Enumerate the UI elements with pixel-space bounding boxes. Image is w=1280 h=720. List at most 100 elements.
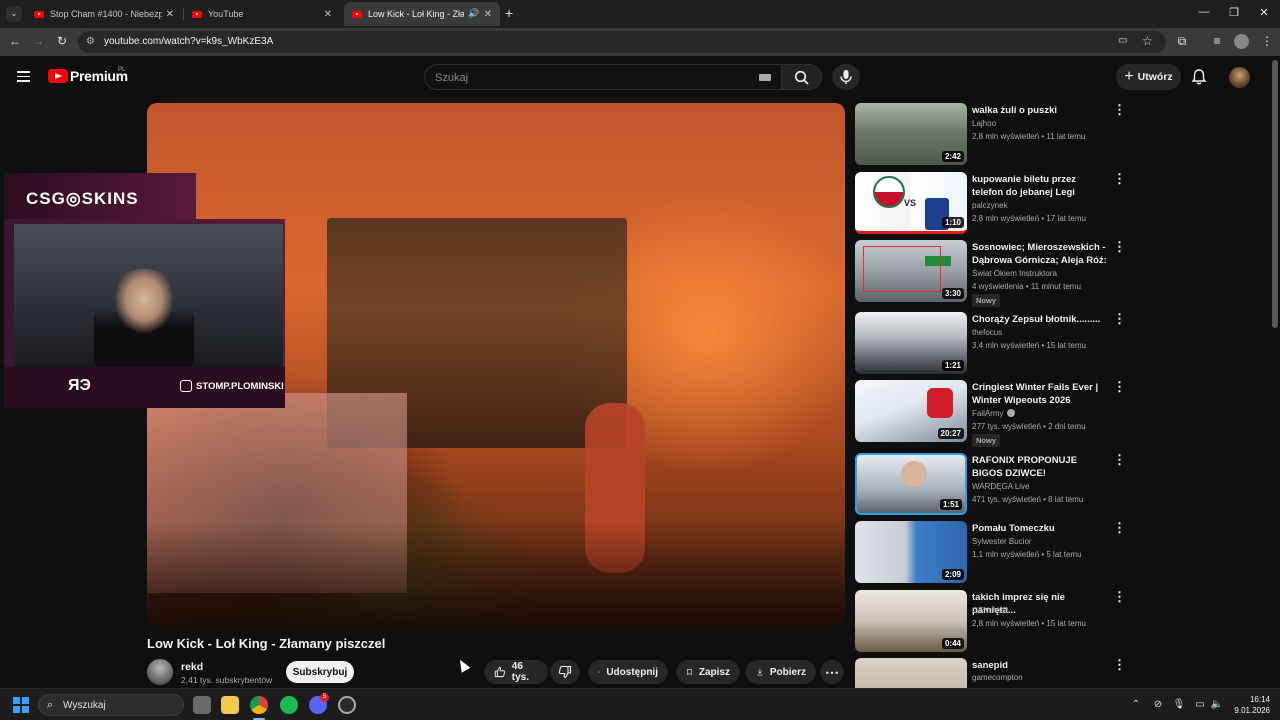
task-view-icon[interactable]: [193, 696, 211, 714]
reading-list-icon[interactable]: ≡: [1209, 34, 1225, 48]
more-vertical-icon[interactable]: ⋮: [1113, 658, 1126, 671]
more-vertical-icon[interactable]: ⋮: [1113, 103, 1126, 116]
recommended-channel[interactable]: WARDĘGA Live: [972, 482, 1030, 491]
site-info-icon[interactable]: ⚙: [86, 36, 95, 47]
close-window-icon[interactable]: ✕: [1256, 6, 1272, 19]
more-vertical-icon[interactable]: ⋮: [1113, 172, 1126, 185]
more-vertical-icon[interactable]: ⋮: [1113, 380, 1126, 393]
recommended-channel[interactable]: palczynek: [972, 201, 1008, 210]
like-button[interactable]: 46 tys.: [484, 660, 548, 684]
system-clock[interactable]: 16:14 9.01.2026: [1226, 694, 1270, 716]
recommended-video[interactable]: 2:42 walka żuli o puszki Lajhoo 2,8 mln …: [855, 103, 1135, 165]
video-thumbnail[interactable]: 2:09: [855, 521, 967, 583]
extensions-icon[interactable]: ⧉: [1174, 34, 1190, 49]
more-vertical-icon[interactable]: ⋮: [1113, 240, 1126, 253]
more-vertical-icon[interactable]: ⋮: [1113, 453, 1126, 466]
forward-icon[interactable]: →: [30, 34, 46, 48]
more-vertical-icon[interactable]: ⋮: [1113, 521, 1126, 534]
video-thumbnail[interactable]: VS 1:10: [855, 172, 967, 234]
cast-icon[interactable]: ▭: [1118, 35, 1127, 46]
display-tray-icon[interactable]: ▭: [1193, 699, 1207, 710]
dislike-button[interactable]: [550, 660, 580, 684]
recommended-video[interactable]: 1:51 RAFONIX PROPONUJE BIGOS DZIWCE! WAR…: [855, 453, 1135, 515]
reload-icon[interactable]: ↻: [54, 34, 70, 48]
file-explorer-icon[interactable]: [221, 696, 239, 714]
video-thumbnail[interactable]: 1:21: [855, 312, 967, 374]
more-actions-button[interactable]: ⋯: [820, 660, 844, 684]
microphone-tray-icon[interactable]: 🎙: [1172, 699, 1186, 710]
recommended-title[interactable]: RAFONIX PROPONUJE BIGOS DZIWCE!: [972, 454, 1107, 480]
tab-low-kick[interactable]: Low Kick - Loł King - Złama 🔊 ✕: [344, 2, 500, 26]
tray-app-icon[interactable]: ⊘: [1151, 699, 1165, 710]
video-thumbnail[interactable]: 3:30: [855, 240, 967, 302]
recommended-channel[interactable]: GTNeVeR: [972, 606, 1008, 615]
recommended-video[interactable]: 1:21 Chorąży Zepsuł błotnik......... the…: [855, 312, 1135, 374]
recommended-title[interactable]: walka żuli o puszki: [972, 104, 1107, 117]
tab-stop-cham[interactable]: Stop Cham #1400 - Niebezpiecz ✕: [26, 2, 182, 26]
search-box[interactable]: [424, 64, 782, 90]
recommended-title[interactable]: Cringiest Winter Fails Ever | Winter Wip…: [972, 381, 1107, 407]
back-icon[interactable]: ←: [7, 34, 23, 48]
recommended-title[interactable]: Pomału Tomeczku: [972, 522, 1107, 535]
video-thumbnail[interactable]: 2:42: [855, 103, 967, 165]
spotify-icon[interactable]: [280, 696, 298, 714]
tab-youtube[interactable]: YouTube ✕: [184, 2, 340, 26]
recommended-title[interactable]: Chorąży Zepsuł błotnik.........: [972, 313, 1107, 326]
save-button[interactable]: Zapisz: [676, 660, 740, 684]
channel-avatar[interactable]: [147, 659, 173, 685]
chrome-icon[interactable]: [250, 696, 268, 714]
tab-close-icon[interactable]: ✕: [324, 9, 332, 20]
recommended-channel[interactable]: FailArmy: [972, 409, 1015, 418]
app-icon[interactable]: [338, 696, 356, 714]
recommended-channel[interactable]: thefocus: [972, 328, 1002, 337]
tab-close-icon[interactable]: ✕: [166, 9, 174, 20]
audio-playing-icon[interactable]: 🔊: [468, 8, 479, 19]
video-thumbnail[interactable]: [855, 658, 967, 688]
recommended-channel[interactable]: Lajhoo: [972, 119, 996, 128]
windows-start-icon[interactable]: [13, 697, 29, 713]
channel-name[interactable]: rekd: [181, 661, 203, 673]
video-thumbnail[interactable]: 20:27: [855, 380, 967, 442]
keyboard-icon[interactable]: [759, 74, 771, 81]
new-tab-button[interactable]: +: [505, 5, 513, 21]
account-avatar[interactable]: [1229, 67, 1250, 88]
notifications-bell-icon[interactable]: [1190, 68, 1208, 86]
youtube-logo-icon[interactable]: [48, 69, 68, 83]
subscribe-button[interactable]: Subskrybuj: [286, 661, 354, 683]
recommended-channel[interactable]: Sylwester Bucior: [972, 537, 1032, 546]
recommended-channel[interactable]: Świat Okiem Instruktora: [972, 269, 1057, 278]
recommended-channel[interactable]: gamecompton: [972, 673, 1023, 682]
recommended-video[interactable]: 3:30 Sosnowiec; Mieroszewskich - Dąbrowa…: [855, 240, 1135, 307]
recommended-video[interactable]: 2:09 Pomału Tomeczku Sylwester Bucior 1,…: [855, 521, 1135, 583]
volume-tray-icon[interactable]: 🔈: [1210, 699, 1224, 710]
recommended-video[interactable]: sanepid gamecompton ⋮: [855, 658, 1135, 688]
recommended-title[interactable]: kupowanie biletu przez telefon do jebane…: [972, 173, 1107, 199]
more-vertical-icon[interactable]: ⋮: [1113, 590, 1126, 603]
voice-search-button[interactable]: [832, 64, 860, 90]
search-input[interactable]: [435, 70, 755, 85]
share-button[interactable]: Udostępnij: [588, 660, 668, 684]
more-vertical-icon[interactable]: ⋮: [1113, 312, 1126, 325]
page-scrollbar[interactable]: [1272, 60, 1278, 328]
tray-chevron-icon[interactable]: ⌃: [1129, 699, 1143, 710]
tab-close-icon[interactable]: ✕: [484, 9, 492, 20]
video-thumbnail[interactable]: 1:51: [855, 453, 967, 515]
recommended-video[interactable]: VS 1:10 kupowanie biletu przez telefon d…: [855, 172, 1135, 234]
recommended-title[interactable]: Sosnowiec; Mieroszewskich - Dąbrowa Górn…: [972, 241, 1107, 267]
tab-search-icon[interactable]: ⌄: [6, 6, 22, 22]
search-button[interactable]: [782, 64, 822, 90]
profile-avatar-icon[interactable]: [1234, 34, 1249, 49]
chrome-menu-icon[interactable]: ⋮: [1259, 34, 1275, 48]
recommended-video[interactable]: 20:27 Cringiest Winter Fails Ever | Wint…: [855, 380, 1135, 447]
taskbar-search-box[interactable]: ⌕ Wyszukaj: [38, 694, 184, 716]
restore-icon[interactable]: ❐: [1226, 6, 1242, 19]
address-bar[interactable]: ⚙ youtube.com/watch?v=k9s_WbKzE3A ▭ ☆: [78, 31, 1166, 53]
minimize-icon[interactable]: —: [1196, 6, 1212, 18]
hamburger-menu-icon[interactable]: [17, 71, 30, 82]
recommended-title[interactable]: sanepid: [972, 659, 1107, 672]
bookmark-star-icon[interactable]: ☆: [1142, 34, 1153, 48]
video-thumbnail[interactable]: 0:44: [855, 590, 967, 652]
recommended-video[interactable]: 0:44 takich imprez się nie pamięta... GT…: [855, 590, 1135, 652]
create-button[interactable]: + Utwórz: [1116, 64, 1181, 90]
download-button[interactable]: Pobierz: [746, 660, 816, 684]
